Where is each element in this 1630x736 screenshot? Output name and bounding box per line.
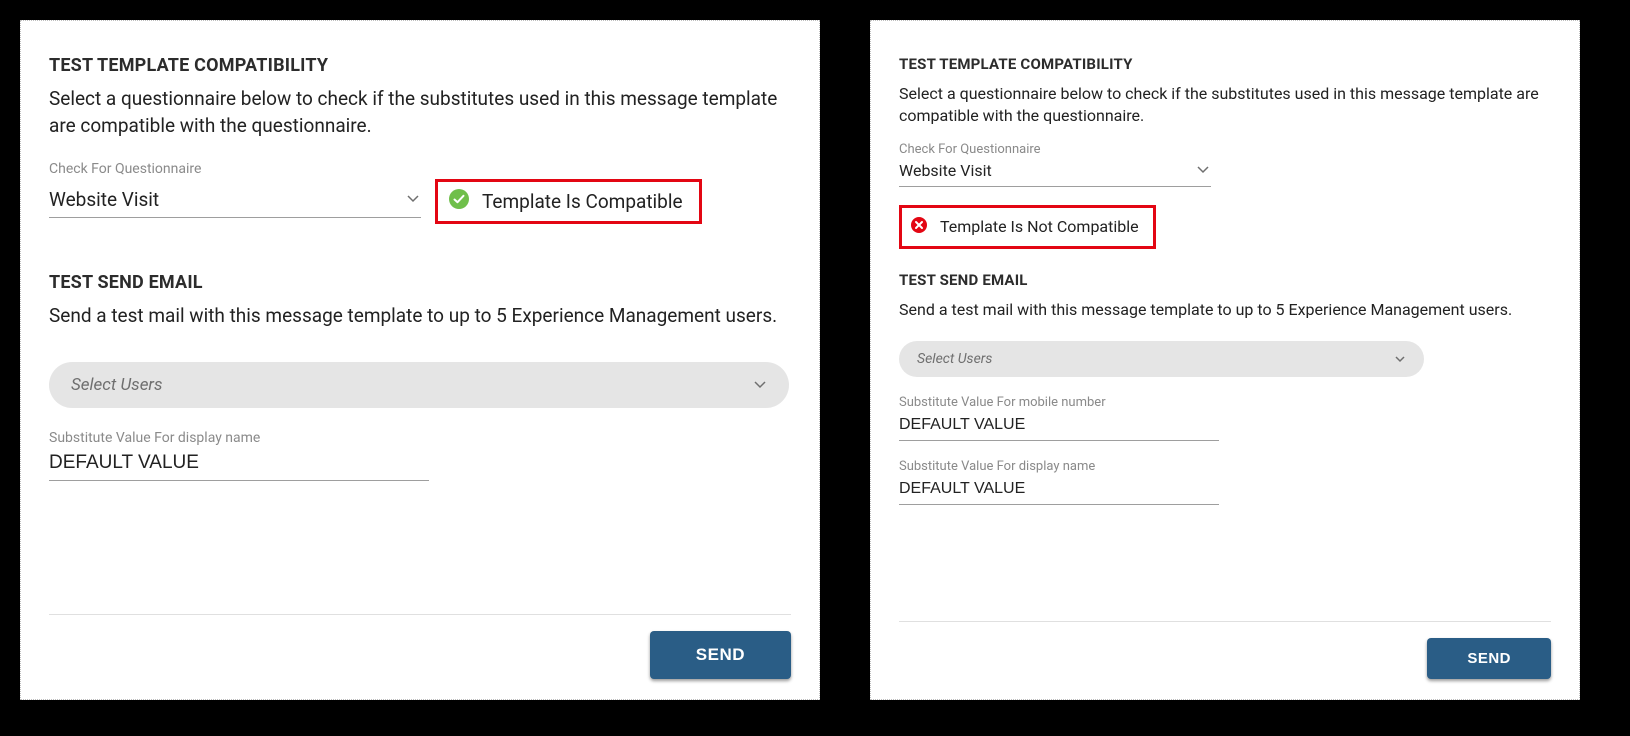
users-placeholder: Select Users: [917, 351, 992, 367]
substitute-input-display-name[interactable]: [49, 448, 429, 481]
section-title-send: TEST SEND EMAIL: [49, 272, 791, 293]
x-circle-icon: [910, 216, 928, 238]
section-title-send: TEST SEND EMAIL: [899, 271, 1551, 289]
compat-status-text: Template Is Not Compatible: [940, 217, 1139, 236]
panel-not-compatible: TEST TEMPLATE COMPATIBILITY Select a que…: [870, 20, 1580, 700]
substitute-label: Substitute Value For mobile number: [899, 395, 1551, 410]
substitute-input-mobile-number[interactable]: [899, 412, 1219, 441]
substitute-input-display-name[interactable]: [899, 476, 1219, 505]
caret-down-icon: [407, 195, 419, 203]
substitute-label: Substitute Value For display name: [899, 459, 1551, 474]
send-button[interactable]: SEND: [650, 631, 791, 679]
compat-status-badge: Template Is Not Compatible: [899, 205, 1156, 249]
panel-compatible: TEST TEMPLATE COMPATIBILITY Select a que…: [20, 20, 820, 700]
questionnaire-select[interactable]: Website Visit: [899, 159, 1211, 187]
caret-down-icon: [1197, 166, 1209, 174]
check-circle-icon: [448, 188, 470, 215]
send-description: Send a test mail with this message templ…: [49, 303, 791, 330]
compat-status-badge: Template Is Compatible: [435, 179, 702, 224]
questionnaire-select-label: Check For Questionnaire: [49, 161, 791, 177]
chevron-down-icon: [753, 380, 767, 390]
compat-description: Select a questionnaire below to check if…: [899, 83, 1551, 128]
questionnaire-select[interactable]: Website Visit: [49, 186, 421, 218]
card-footer: SEND: [899, 621, 1551, 699]
users-multiselect[interactable]: Select Users: [899, 341, 1424, 377]
questionnaire-select-value: Website Visit: [49, 188, 159, 211]
chevron-down-icon: [1394, 355, 1406, 364]
send-description: Send a test mail with this message templ…: [899, 299, 1551, 321]
card-footer: SEND: [49, 614, 791, 699]
section-title-compat: TEST TEMPLATE COMPATIBILITY: [899, 55, 1551, 73]
send-button[interactable]: SEND: [1427, 638, 1551, 679]
questionnaire-select-value: Website Visit: [899, 161, 992, 180]
compat-description: Select a questionnaire below to check if…: [49, 86, 791, 139]
section-title-compat: TEST TEMPLATE COMPATIBILITY: [49, 55, 791, 76]
users-placeholder: Select Users: [71, 375, 163, 395]
users-multiselect[interactable]: Select Users: [49, 362, 789, 408]
compat-status-text: Template Is Compatible: [482, 190, 683, 213]
substitute-label: Substitute Value For display name: [49, 430, 791, 446]
questionnaire-select-label: Check For Questionnaire: [899, 142, 1551, 157]
